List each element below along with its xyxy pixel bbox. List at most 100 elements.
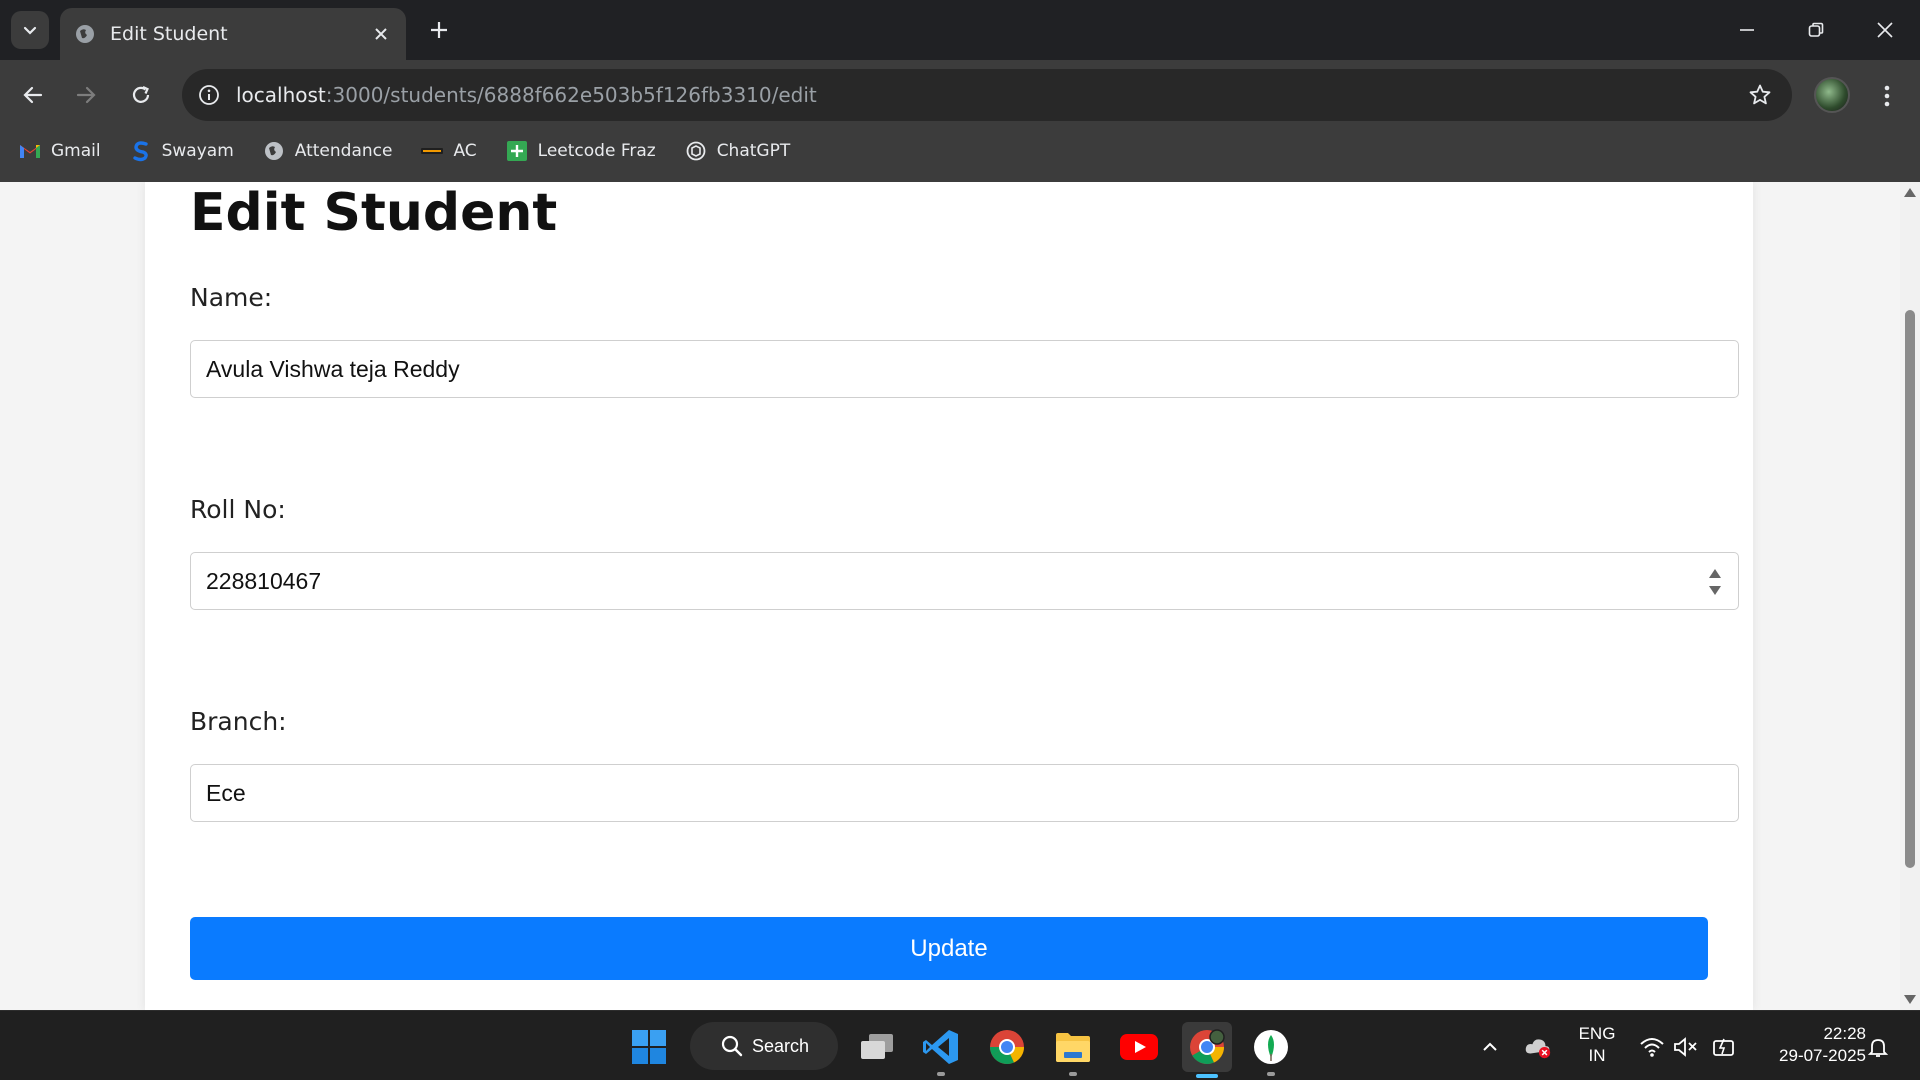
running-indicator <box>937 1072 945 1076</box>
close-window-button[interactable] <box>1862 8 1908 52</box>
restore-button[interactable] <box>1793 8 1839 52</box>
taskbar-chrome[interactable] <box>984 1024 1030 1070</box>
swayam-icon <box>129 139 153 163</box>
globe-icon <box>262 139 286 163</box>
info-icon <box>199 85 219 105</box>
taskbar-search[interactable]: Search <box>690 1022 838 1070</box>
stepper-up-icon[interactable] <box>1709 569 1721 578</box>
branch-label: Branch: <box>190 707 287 736</box>
bookmark-attendance[interactable]: Attendance <box>262 133 393 169</box>
bookmark-leetcode-fraz[interactable]: Leetcode Fraz <box>505 133 656 169</box>
taskbar-youtube[interactable] <box>1116 1024 1162 1070</box>
browser-menu-button[interactable] <box>1872 78 1902 114</box>
bookmark-chatgpt[interactable]: ChatGPT <box>684 133 791 169</box>
language-code: ENG <box>1578 1024 1616 1043</box>
url-host: localhost <box>236 83 326 107</box>
update-button[interactable]: Update <box>190 917 1708 980</box>
bookmark-star-button[interactable] <box>1746 81 1774 109</box>
roll-no-input[interactable]: 228810467 <box>190 552 1739 610</box>
task-view-icon <box>861 1034 893 1059</box>
arrow-left-icon <box>23 86 43 104</box>
branch-input[interactable]: Ece <box>190 764 1739 822</box>
bookmark-label: Gmail <box>51 141 101 161</box>
running-indicator <box>1069 1072 1077 1076</box>
chrome-icon <box>1190 1029 1225 1064</box>
notification-bell-icon <box>1867 1039 1889 1057</box>
tab-search-button[interactable] <box>11 11 49 49</box>
reload-button[interactable] <box>122 76 160 114</box>
chatgpt-icon <box>684 139 708 163</box>
bookmark-swayam[interactable]: Swayam <box>129 133 234 169</box>
show-hidden-icons-button[interactable] <box>1476 1033 1504 1061</box>
browser-tab-active[interactable]: Edit Student <box>60 8 406 60</box>
edit-student-card: Edit Student Name: Avula Vishwa teja Red… <box>145 182 1753 1010</box>
clock[interactable]: 22:28 29-07-2025 <box>1750 1023 1866 1067</box>
bookmark-label: ChatGPT <box>716 141 791 161</box>
taskbar-file-explorer[interactable] <box>1050 1024 1096 1076</box>
taskbar-vscode[interactable] <box>918 1024 964 1076</box>
taskbar-mongodb[interactable] <box>1248 1024 1294 1076</box>
address-bar[interactable]: localhost:3000/students/6888f662e503b5f1… <box>182 69 1792 121</box>
back-button[interactable] <box>14 76 52 114</box>
site-info-button[interactable] <box>194 80 224 110</box>
roll-no-label: Roll No: <box>190 495 286 524</box>
tab-title: Edit Student <box>110 23 228 45</box>
region-code: IN <box>1588 1046 1606 1065</box>
new-tab-button[interactable] <box>423 14 455 46</box>
taskbar-chrome-profile[interactable] <box>1182 1022 1232 1078</box>
roll-no-value: 228810467 <box>206 567 322 594</box>
volume-status[interactable] <box>1672 1033 1700 1061</box>
page-title: Edit Student <box>190 183 558 243</box>
gmail-icon <box>18 139 42 163</box>
start-button[interactable] <box>626 1024 672 1070</box>
more-vertical-icon <box>1884 85 1890 107</box>
forward-button[interactable] <box>67 76 105 114</box>
mongodb-icon <box>1254 1030 1288 1064</box>
url-text: localhost:3000/students/6888f662e503b5f1… <box>236 83 817 107</box>
url-path: :3000/students/6888f662e503b5f126fb3310/… <box>325 83 817 107</box>
close-icon <box>375 28 387 40</box>
sheets-icon <box>505 139 529 163</box>
name-input[interactable]: Avula Vishwa teja Reddy <box>190 340 1739 398</box>
chrome-icon <box>990 1030 1024 1064</box>
star-icon <box>1749 84 1771 105</box>
bookmark-label: Swayam <box>161 141 234 161</box>
scroll-down-icon[interactable] <box>1904 995 1916 1004</box>
profile-avatar[interactable] <box>1814 77 1850 113</box>
restore-icon <box>1808 22 1824 37</box>
clock-time: 22:28 <box>1823 1024 1866 1043</box>
tab-close-button[interactable] <box>370 23 392 45</box>
running-indicator <box>1267 1072 1275 1076</box>
vscode-icon <box>923 1030 958 1064</box>
battery-status[interactable] <box>1710 1033 1738 1061</box>
bookmark-gmail[interactable]: Gmail <box>18 133 101 169</box>
reload-icon <box>132 85 150 103</box>
bookmark-label: Leetcode Fraz <box>537 141 656 161</box>
plus-icon <box>431 22 447 38</box>
bookmark-label: Attendance <box>294 141 393 161</box>
search-icon <box>721 1035 743 1057</box>
number-stepper[interactable] <box>1708 569 1722 595</box>
folder-icon <box>1056 1033 1090 1062</box>
stepper-down-icon[interactable] <box>1709 586 1721 595</box>
windows-logo-icon <box>632 1030 666 1064</box>
name-label: Name: <box>190 283 273 312</box>
bookmarks-bar: Gmail Swayam Attendance AC Leetcode Fraz… <box>0 132 818 170</box>
input-language[interactable]: ENG IN <box>1572 1023 1622 1067</box>
bookmark-ac[interactable]: AC <box>420 133 477 169</box>
search-label: Search <box>752 1035 810 1056</box>
page-scrollbar[interactable] <box>1900 182 1920 1010</box>
notification-center-button[interactable] <box>1864 1033 1892 1061</box>
minimize-button[interactable] <box>1724 8 1770 52</box>
battery-charging-icon <box>1713 1038 1734 1056</box>
close-icon <box>1877 22 1893 38</box>
page-viewport: Edit Student Name: Avula Vishwa teja Red… <box>0 182 1900 1010</box>
scroll-up-icon[interactable] <box>1904 188 1916 197</box>
arrow-right-icon <box>76 86 96 104</box>
scroll-thumb[interactable] <box>1905 310 1915 868</box>
task-view-button[interactable] <box>854 1024 900 1070</box>
onedrive-status[interactable] <box>1524 1033 1552 1061</box>
wifi-status[interactable] <box>1638 1033 1666 1061</box>
chevron-up-icon <box>1483 1042 1497 1051</box>
chevron-down-icon <box>23 26 37 35</box>
